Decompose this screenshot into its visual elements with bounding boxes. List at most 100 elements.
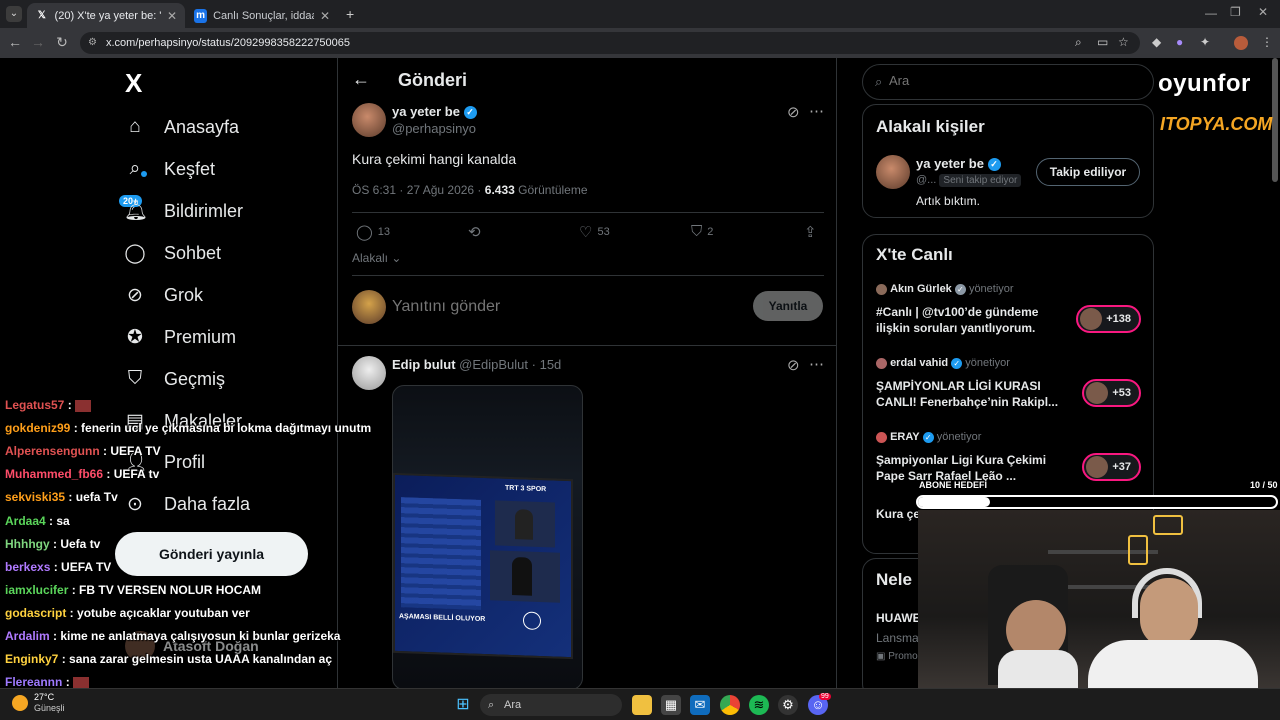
- tab-live-scores[interactable]: m Canlı Sonuçlar, iddaa sonuçları ✕: [186, 3, 338, 28]
- sidebar-item-notifications[interactable]: 🔔︎ Bildirimler: [124, 193, 243, 229]
- like-action[interactable]: ♡ 53: [579, 223, 610, 241]
- host-row: erdal vahid ✓ yönetiyor: [876, 357, 1010, 369]
- live-listeners-pill[interactable]: +138: [1076, 305, 1141, 333]
- live-item[interactable]: erdal vahid ✓ yönetiyor ŞAMPİYONLAR LİGİ…: [863, 357, 1155, 417]
- tab-x-post[interactable]: 𝕏 (20) X'te ya yeter be: "Kura çeki ✕: [27, 3, 185, 28]
- new-tab-button[interactable]: +: [346, 6, 354, 22]
- sort-dropdown[interactable]: Alakalı ⌄: [352, 251, 401, 265]
- puzzle-icon[interactable]: ✦: [1200, 35, 1210, 49]
- divider: [338, 345, 837, 346]
- live-text: #Canlı | @tv100’de gündeme ilişkin sorul…: [876, 304, 1066, 336]
- close-tab-icon[interactable]: ✕: [167, 9, 177, 23]
- reply-author-avatar[interactable]: [352, 356, 386, 390]
- back-arrow-icon[interactable]: ←: [352, 69, 370, 90]
- verified-badge-icon: ✓: [922, 431, 934, 443]
- reply-action[interactable]: ◯ 13: [356, 223, 390, 241]
- sidebar-item-explore[interactable]: ⌕ Keşfet: [124, 151, 215, 187]
- chat-message: kime ne anlatmaya çalışıyosun ki bunlar …: [60, 629, 341, 643]
- grok-explain-icon[interactable]: ⊘: [787, 103, 800, 121]
- goal-count: 10 / 50: [1250, 480, 1278, 490]
- spotify-icon[interactable]: ≋: [749, 695, 769, 715]
- reply-input[interactable]: [392, 294, 732, 320]
- tab-search-icon[interactable]: ⌄: [6, 6, 22, 22]
- back-icon[interactable]: ←: [5, 34, 25, 50]
- repost-action[interactable]: ⟲: [468, 223, 481, 241]
- file-explorer-icon[interactable]: [632, 695, 652, 715]
- chat-line: Muhammed_fb66 : UEFA tv: [5, 467, 159, 481]
- author-name-row[interactable]: ya yeter be ✓: [392, 104, 477, 120]
- sponsor-text: oyunfor: [1158, 70, 1251, 97]
- page-scrollbar[interactable]: [1272, 58, 1278, 182]
- windows-start-icon[interactable]: ⊞: [453, 695, 473, 715]
- share-action[interactable]: ⇪: [804, 223, 817, 241]
- zoom-icon[interactable]: ⌕: [1075, 35, 1082, 50]
- live-item[interactable]: Akın Gürlek ✓ yönetiyor #Canlı | @tv100’…: [863, 283, 1155, 343]
- following-button[interactable]: Takip ediliyor: [1036, 158, 1140, 186]
- reply-author-name: Edip bulut: [392, 357, 456, 372]
- profile-avatar-icon[interactable]: [1234, 36, 1248, 50]
- live-item[interactable]: ERAY ✓ yönetiyor Şampiyonlar Ligi Kura Ç…: [863, 431, 1155, 491]
- site-info-icon[interactable]: ⚙: [88, 32, 97, 54]
- minimize-icon[interactable]: —: [1205, 6, 1217, 20]
- forward-icon[interactable]: →: [28, 34, 48, 50]
- sidebar-item-chat[interactable]: ◯ Sohbet: [124, 235, 221, 271]
- menu-icon[interactable]: ⋮: [1261, 35, 1273, 49]
- extension-icon[interactable]: ◆: [1152, 35, 1161, 49]
- reply-media-photo[interactable]: TRT 3 SPOR AŞAMASI BELLİ OLUYOR: [392, 385, 583, 690]
- close-tab-icon[interactable]: ✕: [320, 9, 330, 23]
- chat-separator: :: [68, 582, 80, 597]
- live-listeners-pill[interactable]: +37: [1082, 453, 1141, 481]
- news-title: Nele: [876, 570, 912, 589]
- chat-message: sa: [56, 513, 70, 528]
- reload-icon[interactable]: ↻: [52, 34, 72, 51]
- extension-icon[interactable]: ●: [1176, 35, 1183, 49]
- sidebar-item-premium[interactable]: ✪ Premium: [124, 319, 236, 355]
- person-right: [1140, 578, 1198, 648]
- bookmark-action[interactable]: ⛉ 2: [691, 223, 713, 240]
- related-people-card: Alakalı kişiler ya yeter be ✓ @... Seni …: [862, 104, 1154, 218]
- star-icon[interactable]: ☆: [1118, 35, 1129, 49]
- mail-icon[interactable]: ✉: [690, 695, 710, 715]
- restore-icon[interactable]: ❐: [1230, 5, 1241, 19]
- steam-icon[interactable]: ⚙: [778, 695, 798, 715]
- webcam-feed: [918, 510, 1280, 688]
- sidebar-item-home[interactable]: ⌂ Anasayfa: [124, 109, 239, 145]
- sidebar-item-grok[interactable]: ⊘ Grok: [124, 277, 203, 313]
- more-options-icon[interactable]: ⋯: [809, 102, 824, 120]
- more-options-icon[interactable]: ⋯: [809, 355, 824, 373]
- live-text-line: ŞAMPİYONLAR LİGİ KURASI: [876, 379, 1041, 393]
- taskbar-search[interactable]: ⌕ Ara: [480, 694, 622, 716]
- store-icon[interactable]: ▦: [661, 695, 681, 715]
- live-listeners-pill[interactable]: +53: [1082, 379, 1141, 407]
- weather-widget[interactable]: 27°C Güneşli: [12, 692, 65, 714]
- host-name: erdal vahid: [890, 357, 949, 369]
- sidebar-item-label: Daha fazla: [164, 493, 251, 514]
- tweet-time[interactable]: ÖS 6:31 · 27 Ağu 2026 ·: [352, 183, 485, 197]
- news-item[interactable]: HUAWE: [876, 611, 921, 625]
- x-logo[interactable]: X: [125, 68, 142, 99]
- post-button[interactable]: Gönderi yayınla: [115, 532, 308, 576]
- bookmark-count: 2: [707, 225, 714, 238]
- cast-icon[interactable]: ▭: [1097, 35, 1108, 49]
- chat-message: UEFA TV: [110, 444, 161, 459]
- related-name-row[interactable]: ya yeter be ✓: [916, 156, 1001, 172]
- author-avatar[interactable]: [352, 103, 386, 137]
- chrome-icon[interactable]: [720, 695, 740, 715]
- reply-button[interactable]: Yanıtla: [753, 291, 823, 321]
- search-input[interactable]: [889, 73, 1139, 88]
- chat-message: fenerin ucl ye çıkmasına bi lokma dağıtm…: [81, 421, 372, 436]
- live-text-partial[interactable]: Kura çe: [876, 507, 920, 521]
- related-avatar[interactable]: [876, 155, 910, 189]
- tv-presenter-top: [495, 500, 555, 548]
- sort-label: Alakalı: [352, 251, 389, 265]
- search-box[interactable]: ⌕: [862, 64, 1154, 100]
- sidebar-item-bookmarks[interactable]: ⛉ Geçmiş: [124, 361, 225, 397]
- close-window-icon[interactable]: ✕: [1258, 5, 1268, 19]
- url-field[interactable]: ⚙ x.com/perhapsinyo/status/2092998358222…: [80, 32, 1140, 54]
- host-avatar: [876, 357, 887, 369]
- sidebar-item-more[interactable]: ⊙ Daha fazla: [124, 486, 250, 522]
- author-handle[interactable]: @perhapsinyo: [392, 121, 476, 136]
- grok-explain-icon[interactable]: ⊘: [787, 356, 800, 374]
- listener-avatar: [1080, 308, 1103, 330]
- reply-author-row[interactable]: Edip bulut @EdipBulut · 15d: [392, 357, 561, 372]
